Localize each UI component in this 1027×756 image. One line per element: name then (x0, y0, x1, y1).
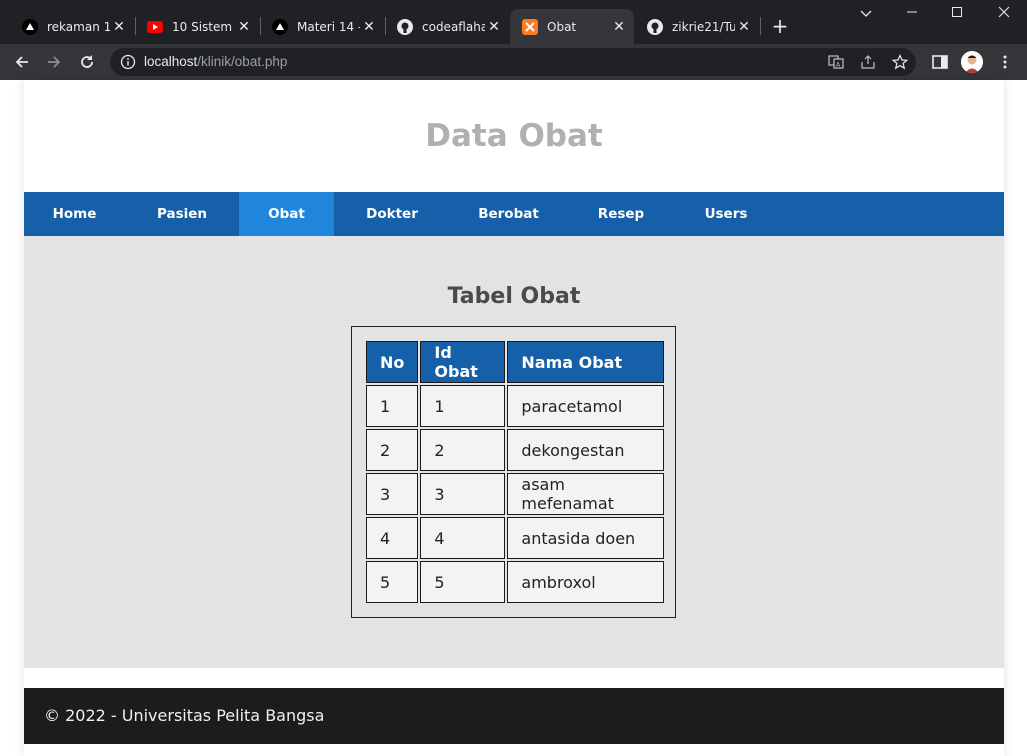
window-close-icon[interactable] (989, 4, 1019, 26)
table-header-row: No Id Obat Nama Obat (366, 341, 665, 383)
tab-search-icon[interactable] (851, 4, 881, 26)
tab-title: codeaflaha (422, 19, 485, 34)
xampp-icon (522, 18, 538, 35)
page-container: Data Obat Home Pasien Obat Dokter Beroba… (24, 80, 1004, 756)
browser-toolbar: localhost/klinik/obat.php A (0, 44, 1027, 80)
browser-tab-active[interactable]: Obat ✕ (510, 9, 634, 44)
cell-nama-obat: ambroxol (507, 561, 665, 603)
cell-id-obat: 4 (420, 517, 506, 559)
table-row: 3 3 asam mefenamat (366, 473, 665, 515)
cell-nama-obat: dekongestan (507, 429, 665, 471)
cell-id-obat: 2 (420, 429, 506, 471)
table-row: 5 5 ambroxol (366, 561, 665, 603)
table-row: 2 2 dekongestan (366, 429, 665, 471)
cell-no: 4 (366, 517, 419, 559)
cell-id-obat: 3 (420, 473, 506, 515)
close-icon[interactable]: ✕ (110, 19, 128, 35)
nav-item-home[interactable]: Home (24, 192, 125, 236)
page-viewport: Data Obat Home Pasien Obat Dokter Beroba… (0, 80, 1027, 756)
cell-id-obat: 5 (420, 561, 506, 603)
more-menu-icon[interactable] (996, 53, 1014, 71)
browser-tab-6[interactable]: zikrie21/Tu ✕ (635, 9, 759, 44)
main-navbar: Home Pasien Obat Dokter Berobat Resep Us… (24, 192, 1004, 236)
back-icon[interactable] (10, 50, 34, 74)
browser-tab-2[interactable]: 10 Sistem B ✕ (135, 9, 259, 44)
minimize-icon[interactable] (897, 4, 927, 26)
close-icon[interactable]: ✕ (235, 19, 253, 35)
cell-no: 3 (366, 473, 419, 515)
share-icon[interactable] (860, 54, 876, 70)
github-icon (397, 18, 413, 35)
cell-nama-obat: asam mefenamat (507, 473, 665, 515)
tab-separator (760, 17, 761, 35)
footer-spacer (24, 668, 1004, 688)
url-text: localhost/klinik/obat.php (144, 54, 287, 69)
browser-tabstrip: rekaman 10 ✕ 10 Sistem B ✕ Materi 14 - ✕… (0, 0, 1027, 44)
browser-tab-4[interactable]: codeaflaha ✕ (385, 9, 509, 44)
youtube-icon (147, 19, 163, 35)
github-icon (647, 18, 663, 35)
cell-no: 1 (366, 385, 419, 427)
tab-title: 10 Sistem B (172, 19, 235, 34)
tab-title: Obat (547, 19, 577, 34)
vercel-triangle-icon (22, 18, 38, 35)
nav-item-obat[interactable]: Obat (239, 192, 334, 236)
page-title: Data Obat (425, 118, 603, 154)
browser-tab-1[interactable]: rekaman 10 ✕ (10, 9, 134, 44)
browser-tab-3[interactable]: Materi 14 - ✕ (260, 9, 384, 44)
site-info-icon[interactable] (120, 54, 136, 70)
nav-item-berobat[interactable]: Berobat (450, 192, 567, 236)
new-tab-button[interactable]: + (768, 14, 792, 38)
table-frame: No Id Obat Nama Obat 1 1 paracetamol 2 2… (351, 326, 676, 618)
close-icon[interactable]: ✕ (735, 19, 753, 35)
page-footer: © 2022 - Universitas Pelita Bangsa (24, 688, 1004, 744)
close-icon[interactable]: ✕ (360, 19, 378, 35)
nav-item-resep[interactable]: Resep (567, 192, 675, 236)
cell-no: 5 (366, 561, 419, 603)
forward-icon[interactable] (42, 50, 66, 74)
page-header: Data Obat (24, 80, 1004, 192)
url-host: localhost (144, 54, 198, 69)
tab-title: rekaman 10 (47, 19, 110, 34)
cell-nama-obat: antasida doen (507, 517, 665, 559)
nav-item-dokter[interactable]: Dokter (334, 192, 450, 236)
reload-icon[interactable] (75, 50, 99, 74)
bookmark-star-icon[interactable] (891, 54, 909, 70)
table-title: Tabel Obat (447, 284, 581, 309)
tab-title: Materi 14 - (297, 19, 360, 34)
cell-id-obat: 1 (420, 385, 506, 427)
address-bar[interactable]: localhost/klinik/obat.php A (110, 48, 916, 76)
side-panel-icon[interactable] (931, 53, 949, 71)
vercel-triangle-icon (272, 18, 288, 35)
translate-icon[interactable]: A (828, 54, 844, 70)
nav-item-pasien[interactable]: Pasien (125, 192, 239, 236)
avatar[interactable] (961, 51, 983, 73)
table-row: 1 1 paracetamol (366, 385, 665, 427)
tab-title: zikrie21/Tu (672, 19, 735, 34)
column-header-nama-obat: Nama Obat (507, 341, 665, 383)
close-icon[interactable]: ✕ (610, 19, 628, 35)
nav-item-users[interactable]: Users (675, 192, 777, 236)
column-header-no: No (366, 341, 419, 383)
obat-table: No Id Obat Nama Obat 1 1 paracetamol 2 2… (364, 339, 666, 605)
maximize-icon[interactable] (942, 4, 972, 26)
table-row: 4 4 antasida doen (366, 517, 665, 559)
column-header-id-obat: Id Obat (420, 341, 506, 383)
cell-nama-obat: paracetamol (507, 385, 665, 427)
close-icon[interactable]: ✕ (485, 19, 503, 35)
main-content: Tabel Obat No Id Obat Nama Obat 1 1 para… (24, 236, 1004, 668)
cell-no: 2 (366, 429, 419, 471)
url-path: /klinik/obat.php (197, 54, 288, 69)
